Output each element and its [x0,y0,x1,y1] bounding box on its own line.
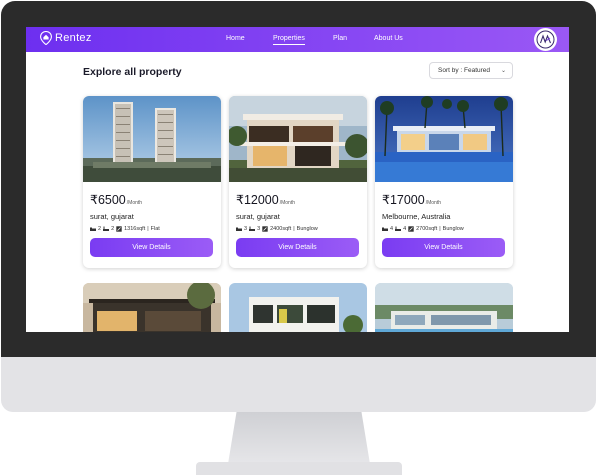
view-details-button[interactable]: View Details [236,238,359,257]
property-image [229,96,367,182]
bed-icon [90,227,96,231]
nav-home[interactable]: Home [226,35,245,42]
bed-icon [236,227,242,231]
baths-count: 3 [257,226,261,232]
top-navbar: Rentez Home Properties Plan About Us [26,27,569,52]
baths-count: 4 [403,226,407,232]
area-icon [262,226,268,232]
spec-divider: | [293,226,295,232]
property-card-partial [229,283,367,332]
chevron-down-icon: ⌄ [500,68,506,74]
property-location: surat, gujarat [236,212,280,221]
area-value: 2700sqft [416,226,438,232]
property-card: ₹17000/Month Melbourne, Australia 4 4 27… [375,96,513,268]
nav-about-us[interactable]: About Us [374,35,403,42]
property-price: ₹12000/Month [236,193,296,207]
monitor-stand-base [196,462,402,475]
avatar-monogram-icon [536,30,555,49]
property-image [375,96,513,182]
sort-dropdown[interactable]: Sort by : Featured ⌄ [429,62,513,79]
property-location: surat, gujarat [90,212,134,221]
property-type: Bunglow [296,226,318,232]
bath-icon [249,226,256,231]
nav-plan[interactable]: Plan [333,35,347,42]
app-screen: Rentez Home Properties Plan About Us Exp… [26,27,569,332]
spec-divider: | [439,226,441,232]
property-price: ₹17000/Month [382,193,442,207]
beds-count: 2 [98,226,102,232]
desktop-mockup: Rentez Home Properties Plan About Us Exp… [0,0,597,475]
brand-logo[interactable]: Rentez [40,31,92,45]
property-specs: 4 4 2700sqft | Bunglow [382,226,464,232]
beds-count: 4 [390,226,394,232]
property-card: ₹6500/Month surat, gujarat 2 2 1316sqft … [83,96,221,268]
spec-divider: | [147,226,149,232]
area-value: 2400sqft [270,226,292,232]
monitor-chin [1,357,596,412]
property-card: ₹12000/Month surat, gujarat 3 3 2400sqft… [229,96,367,268]
sort-label: Sort by : Featured [438,67,491,74]
view-details-button[interactable]: View Details [382,238,505,257]
view-details-button[interactable]: View Details [90,238,213,257]
property-type: Flat [150,226,160,232]
home-pin-icon [40,31,52,45]
user-avatar[interactable] [534,28,557,51]
property-image [83,96,221,182]
beds-count: 3 [244,226,248,232]
monitor-stand-neck [228,412,370,464]
property-image [229,283,367,332]
area-icon [408,226,414,232]
baths-count: 2 [111,226,115,232]
property-specs: 2 2 1316sqft | Flat [90,226,160,232]
property-location: Melbourne, Australia [382,212,451,221]
property-image [83,283,221,332]
property-image [375,283,513,332]
property-card-partial [375,283,513,332]
bath-icon [103,226,110,231]
property-type: Bunglow [442,226,464,232]
area-value: 1316sqft [124,226,146,232]
bath-icon [395,226,402,231]
brand-name: Rentez [55,32,92,44]
bed-icon [382,227,388,231]
property-specs: 3 3 2400sqft | Bunglow [236,226,318,232]
property-card-partial [83,283,221,332]
nav-properties[interactable]: Properties [273,35,305,45]
page-title: Explore all property [83,66,182,78]
property-price: ₹6500/Month [90,193,143,207]
area-icon [116,226,122,232]
